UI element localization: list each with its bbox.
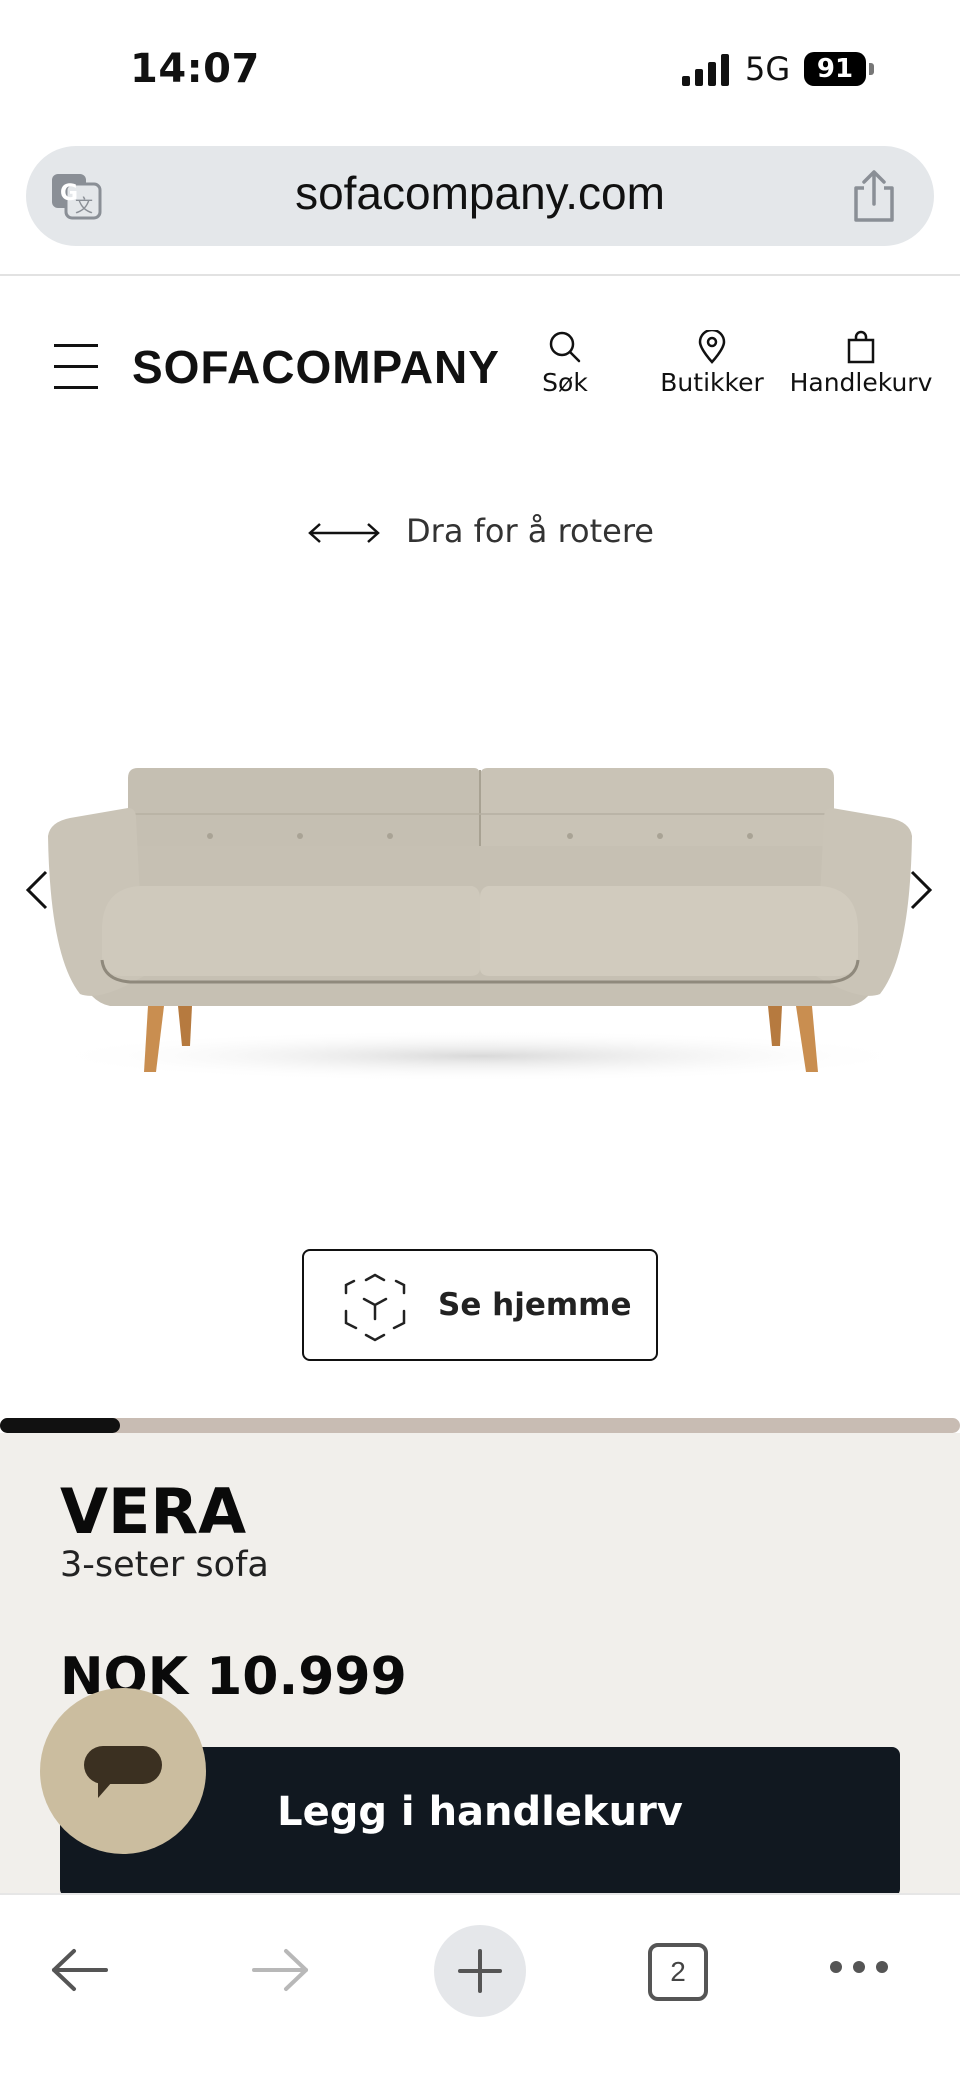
nav-stores[interactable]: Butikker	[652, 330, 772, 397]
product-image[interactable]	[40, 756, 920, 1086]
forward-arrow-icon[interactable]	[250, 1947, 310, 1993]
double-arrow-icon	[308, 523, 380, 543]
share-icon[interactable]	[848, 168, 900, 224]
gallery-progress	[0, 1418, 960, 1433]
location-pin-icon	[698, 330, 726, 364]
network-label: 5G	[745, 50, 791, 88]
battery-tip	[869, 63, 874, 75]
browser-toolbar: 2	[0, 1893, 960, 2079]
ar-cube-icon	[344, 1273, 406, 1342]
status-bar: 14:07 5G 91	[0, 0, 960, 140]
search-icon	[549, 331, 581, 363]
nav-stores-label: Butikker	[660, 368, 764, 397]
back-arrow-icon[interactable]	[50, 1947, 110, 1993]
new-tab-button[interactable]	[434, 1925, 526, 2017]
nav-cart-label: Handlekurv	[789, 368, 933, 397]
signal-icon	[682, 54, 729, 86]
url-text[interactable]: sofacompany.com	[0, 166, 960, 220]
battery-icon: 91	[804, 52, 866, 86]
product-subtitle: 3-seter sofa	[60, 1545, 269, 1585]
chat-button[interactable]	[40, 1688, 206, 1854]
more-options-icon[interactable]	[828, 1957, 890, 1977]
divider	[0, 274, 960, 276]
site-logo[interactable]: SOFACOMPANY	[132, 340, 500, 394]
nav-cart[interactable]: Handlekurv	[786, 330, 936, 397]
chat-bubble-icon	[84, 1746, 162, 1798]
plus-icon	[458, 1949, 502, 1993]
see-at-home-button[interactable]: Se hjemme	[302, 1249, 658, 1361]
nav-search-label: Søk	[542, 368, 588, 397]
status-time: 14:07	[130, 46, 260, 92]
shopping-bag-icon	[847, 330, 875, 364]
tab-switcher-button[interactable]: 2	[648, 1943, 708, 2001]
product-name: VERA	[60, 1475, 247, 1548]
gallery-progress-fill	[0, 1418, 120, 1433]
hamburger-menu-icon[interactable]	[54, 344, 98, 390]
rotate-hint-label: Dra for å rotere	[406, 512, 654, 550]
nav-search[interactable]: Søk	[530, 330, 600, 397]
rotate-hint: Dra for å rotere	[0, 512, 960, 550]
see-at-home-label: Se hjemme	[438, 1287, 632, 1323]
